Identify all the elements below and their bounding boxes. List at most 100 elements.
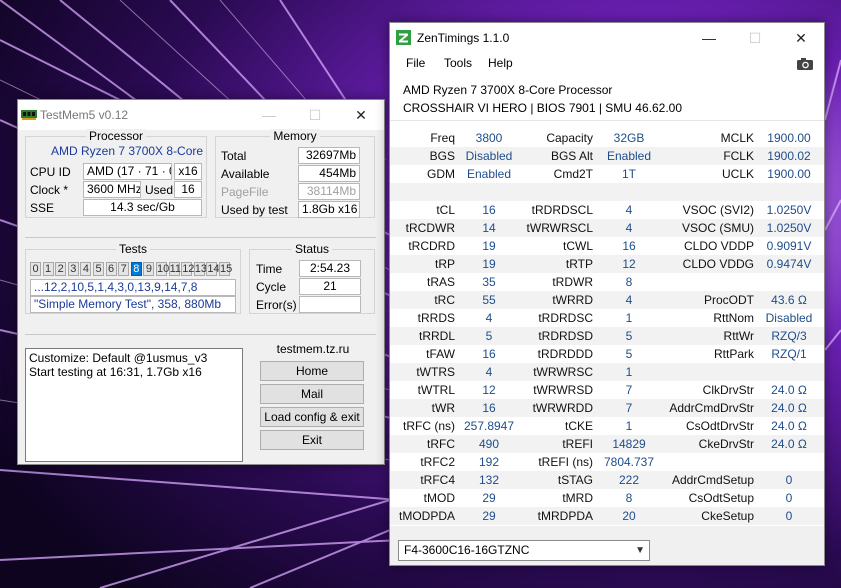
separator xyxy=(25,237,376,238)
timing-value: 55 xyxy=(482,293,496,307)
menu-help[interactable]: Help xyxy=(488,56,513,70)
exit-button[interactable]: Exit xyxy=(260,430,364,450)
test-indicator: 11 xyxy=(168,262,182,276)
timing-value: 4 xyxy=(625,293,633,307)
close-icon[interactable]: ✕ xyxy=(778,23,824,53)
test-indicator: 1 xyxy=(42,262,54,276)
tests-group-label: Tests xyxy=(115,242,150,256)
timing-label: Capacity xyxy=(546,131,593,145)
system-info: AMD Ryzen 7 3700X 8-Core Processor CROSS… xyxy=(390,75,824,121)
timing-row: tFAW 16 tRDRDDD 5 RttPark RZQ/1 xyxy=(390,345,824,363)
timing-label: VSOC (SMU) xyxy=(682,221,754,235)
timing-row: tRC 55 tWRRD 4 ProcODT 43.6 Ω xyxy=(390,291,824,309)
timing-label: tFAW xyxy=(426,347,455,361)
timing-value: 1900.02 xyxy=(767,149,811,163)
sse-label: SSE xyxy=(30,201,55,215)
timing-label: tCWL xyxy=(563,239,593,253)
timing-label: tRRDL xyxy=(418,329,455,343)
cpu-name: AMD Ryzen 7 3700X 8-Core xyxy=(51,144,204,158)
processor-group: Processor AMD Ryzen 7 3700X 8-Core CPU I… xyxy=(25,129,207,218)
timing-row: tRFC2 192 tREFI (ns) 7804.737 xyxy=(390,453,824,471)
test-indicator: 10 xyxy=(156,262,170,276)
timing-value: 16 xyxy=(622,239,636,253)
timing-label: tRCDRD xyxy=(408,239,455,253)
memory-group: Memory Total 32697Mb Available 454Mb Pag… xyxy=(215,129,375,218)
tests-group: Tests 0 1 2 3 4 5 6 7 8 9 10 11 12 13 14 15 ...12,2,10,… xyxy=(25,242,241,314)
total-memory-field: 32697Mb xyxy=(298,147,360,164)
bottom-bar: F4-3600C16-16GTZNC ▼ xyxy=(390,526,824,565)
timing-row: tWR 16 tWRWRDD 7 AddrCmdDrvStr 24.0 Ω xyxy=(390,399,824,417)
zentimings-titlebar[interactable]: ZenTimings 1.1.0 — ☐ ✕ xyxy=(390,23,824,53)
timing-value: 14 xyxy=(482,221,496,235)
close-icon[interactable]: ✕ xyxy=(338,100,384,130)
timing-value: 490 xyxy=(478,437,500,451)
site-group: testmem.tz.ru Home Mail Load config & ex… xyxy=(251,342,375,462)
timing-value: 0.9091V xyxy=(766,239,812,253)
timing-row: GDM Enabled Cmd2T 1T UCLK 1900.00 xyxy=(390,165,824,183)
timing-value: 20 xyxy=(622,509,636,523)
timing-label: tSTAG xyxy=(557,473,593,487)
timing-value: 16 xyxy=(482,347,496,361)
timing-row: tRFC (ns) 257.8947 tCKE 1 CsOdtDrvStr 24.0 Ω xyxy=(390,417,824,435)
menu-file[interactable]: File xyxy=(406,56,425,70)
menu-tools[interactable]: Tools xyxy=(444,56,472,70)
window-title: TestMem5 v0.12 xyxy=(40,108,129,122)
timing-label: tWRRD xyxy=(552,293,593,307)
maximize-icon[interactable]: ☐ xyxy=(292,100,338,130)
timing-label: tWTRL xyxy=(417,383,455,397)
clock-label: Clock * xyxy=(30,183,69,197)
timing-row: tWTRS 4 tWRWRSC 1 xyxy=(390,363,824,381)
timing-label: tRDRDDD xyxy=(537,347,593,361)
timing-value: 35 xyxy=(482,275,496,289)
timing-value: 4 xyxy=(485,365,493,379)
timing-value: 4 xyxy=(485,311,493,325)
timing-label: tRTP xyxy=(565,257,593,271)
timing-row: tRCDRD 19 tCWL 16 CLDO VDDP 0.9091V xyxy=(390,237,824,255)
timing-label: tRFC (ns) xyxy=(403,419,455,433)
maximize-icon[interactable]: ☐ xyxy=(732,23,778,53)
test-indicator: 13 xyxy=(193,262,208,276)
testmem5-window: TestMem5 v0.12 — ☐ ✕ Processor AMD Ryzen… xyxy=(17,99,385,465)
timing-label: tRFC2 xyxy=(420,455,455,469)
timing-label: RttWr xyxy=(723,329,754,343)
timing-value: RZQ/3 xyxy=(771,329,807,343)
timing-label: Cmd2T xyxy=(553,167,593,181)
timing-label: AddrCmdSetup xyxy=(671,473,754,487)
timing-label: tCL xyxy=(436,203,455,217)
timing-value: 29 xyxy=(482,491,496,505)
log-line: Start testing at 16:31, 1.7Gb x16 xyxy=(29,365,202,379)
timing-label: BGS Alt xyxy=(550,149,593,163)
timing-label: tREFI xyxy=(562,437,593,451)
mail-button[interactable]: Mail xyxy=(260,384,364,404)
timing-row: tRP 19 tRTP 12 CLDO VDDG 0.9474V xyxy=(390,255,824,273)
timing-label: tRDWR xyxy=(552,275,593,289)
timing-row: tRRDS 4 tRDRDSC 1 RttNom Disabled xyxy=(390,309,824,327)
minimize-icon[interactable]: — xyxy=(686,23,732,53)
timing-label: tRCDWR xyxy=(405,221,455,235)
timing-value: 19 xyxy=(482,239,496,253)
timing-value: 1 xyxy=(625,365,633,379)
memory-profile-select[interactable]: F4-3600C16-16GTZNC ▼ xyxy=(398,540,650,561)
used-by-test-label: Used by test xyxy=(221,203,288,217)
time-label: Time xyxy=(256,262,283,276)
timing-label: CLDO VDDG xyxy=(682,257,754,271)
timing-value: 4 xyxy=(625,203,633,217)
camera-icon[interactable] xyxy=(796,57,814,71)
timing-label: tWTRS xyxy=(416,365,455,379)
timing-label: ProcODT xyxy=(703,293,754,307)
timing-label: CLDO VDDP xyxy=(683,239,754,253)
testmem5-titlebar[interactable]: TestMem5 v0.12 — ☐ ✕ xyxy=(18,100,384,130)
minimize-icon[interactable]: — xyxy=(246,100,292,130)
window-title: ZenTimings 1.1.0 xyxy=(417,31,510,45)
timing-label: tWRWRSCL xyxy=(526,221,593,235)
available-memory-field: 454Mb xyxy=(298,165,360,182)
used-by-test-field: 1.8Gb x16 xyxy=(298,201,360,218)
log-textbox[interactable]: Customize: Default @1usmus_v3 Start test… xyxy=(25,348,243,462)
timing-value: 0.9474V xyxy=(766,257,812,271)
timing-label: tWRWRDD xyxy=(532,401,593,415)
home-button[interactable]: Home xyxy=(260,361,364,381)
load-config-exit-button[interactable]: Load config & exit xyxy=(260,407,364,427)
timing-label: tRC xyxy=(434,293,455,307)
timing-row: tMOD 29 tMRD 8 CsOdtSetup 0 xyxy=(390,489,824,507)
test-sequence-field: ...12,2,10,5,1,4,3,0,13,9,14,7,8 xyxy=(30,279,236,296)
